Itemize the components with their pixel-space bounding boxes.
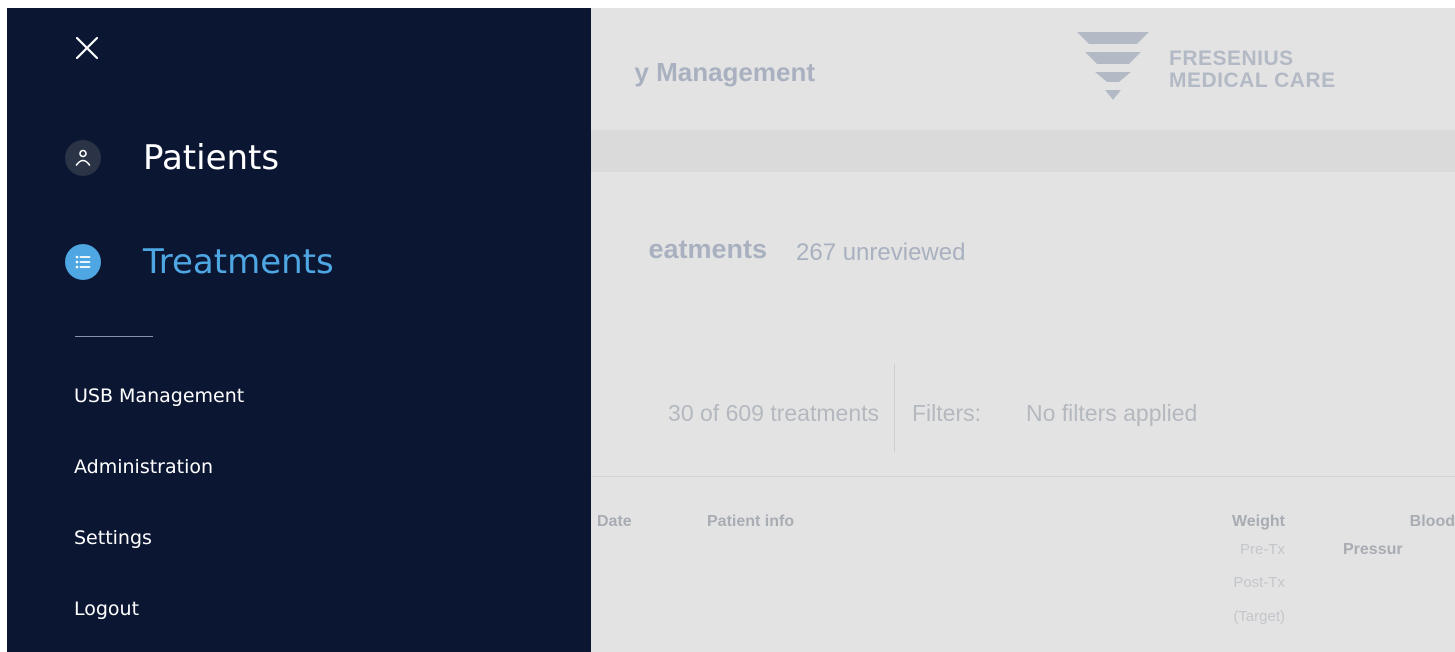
- filters-value: No filters applied: [1026, 400, 1198, 426]
- close-icon: [75, 36, 99, 60]
- nav-item-usb-management[interactable]: USB Management: [74, 385, 244, 407]
- list-icon: [65, 244, 101, 280]
- nav-item-logout[interactable]: Logout: [74, 598, 139, 620]
- weight-sub-post-tx: Post-Tx: [1233, 574, 1285, 591]
- nav-item-administration[interactable]: Administration: [74, 456, 213, 478]
- logo-mark-icon: [1077, 32, 1149, 100]
- nav-item-treatments[interactable]: Treatments: [65, 242, 334, 282]
- person-icon: [65, 140, 101, 176]
- column-header-date: Date: [597, 513, 632, 530]
- nav-item-patients-label: Patients: [143, 138, 280, 178]
- filters-label: Filters:: [912, 400, 981, 426]
- nav-item-settings[interactable]: Settings: [74, 527, 152, 549]
- column-header-weight: Weight: [1231, 513, 1285, 530]
- weight-sub-target: (Target): [1233, 608, 1285, 625]
- close-button[interactable]: [69, 30, 105, 66]
- logo-line-1: FRESENIUS: [1169, 47, 1294, 70]
- divider: [894, 364, 895, 452]
- column-header-blood-pressure-line-2: Pressur: [1343, 541, 1403, 558]
- navigation-drawer: Patients Treatments USB Management Admin…: [7, 8, 591, 652]
- nav-item-treatments-label: Treatments: [143, 242, 334, 282]
- column-header-patient-info: Patient info: [707, 513, 795, 530]
- column-header-blood-pressure: Blood: [1409, 513, 1455, 530]
- nav-separator: [75, 336, 153, 337]
- fresenius-logo: FRESENIUS MEDICAL CARE: [1071, 30, 1371, 110]
- weight-sub-pre-tx: Pre-Tx: [1240, 541, 1285, 558]
- nav-item-patients[interactable]: Patients: [65, 138, 279, 178]
- logo-line-2: MEDICAL CARE: [1169, 69, 1336, 92]
- unreviewed-count: 267 unreviewed: [796, 239, 966, 266]
